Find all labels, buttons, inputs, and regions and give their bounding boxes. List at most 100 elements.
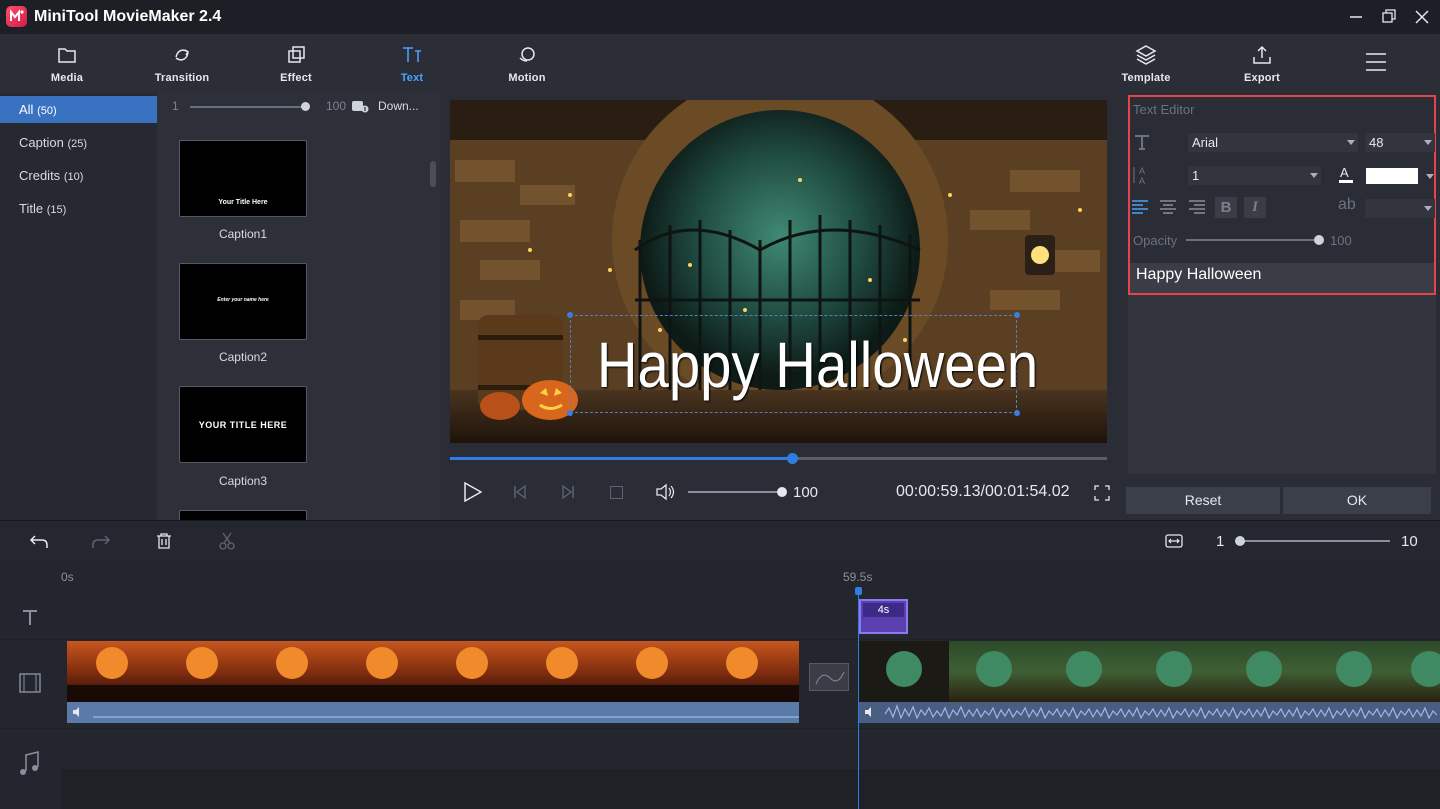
video-clip-2[interactable]	[859, 641, 1440, 702]
category-item-credits[interactable]: Credits (10)	[0, 162, 157, 189]
category-item-caption[interactable]: Caption (25)	[0, 129, 157, 156]
align-right-icon	[1188, 199, 1206, 215]
thumb-size-slider[interactable]	[190, 106, 306, 108]
effect-tool-button[interactable]: Effect	[251, 34, 341, 93]
bold-button[interactable]: B	[1215, 197, 1237, 218]
category-count: (10)	[64, 171, 84, 183]
font-family-select[interactable]: Arial	[1188, 133, 1358, 152]
stop-button[interactable]	[610, 486, 623, 499]
video-clip-1[interactable]	[67, 641, 799, 702]
caption1-thumbnail[interactable]: Your Title Here	[179, 140, 307, 217]
video-clip-2-frames	[859, 641, 1440, 702]
media-tool-button[interactable]: Media	[22, 34, 112, 93]
align-left-button[interactable]	[1131, 199, 1149, 215]
volume-button[interactable]	[655, 483, 677, 501]
transition-tool-button[interactable]: Transition	[137, 34, 227, 93]
volume-value: 100	[793, 484, 818, 501]
opacity-slider-handle[interactable]	[1314, 235, 1324, 245]
reset-button[interactable]: Reset	[1126, 487, 1280, 514]
zoom-slider-handle[interactable]	[1235, 536, 1245, 546]
text-content-input[interactable]: Happy Halloween	[1130, 263, 1434, 293]
category-item-title[interactable]: Title (15)	[0, 195, 157, 222]
previous-frame-button[interactable]	[512, 485, 528, 499]
align-center-button[interactable]	[1159, 199, 1177, 215]
svg-text:A: A	[1340, 165, 1349, 180]
music-track[interactable]	[61, 729, 1440, 769]
resize-handle[interactable]	[1014, 410, 1020, 416]
video-clip-1-audio[interactable]	[67, 702, 799, 723]
color-dropdown-arrow[interactable]	[1426, 174, 1434, 179]
download-label[interactable]: Down...	[378, 99, 419, 113]
split-button[interactable]	[218, 532, 236, 550]
category-item-all[interactable]: All (50)	[0, 96, 157, 123]
title-bar: MiniTool MovieMaker 2.4	[0, 0, 1440, 34]
caption4-thumbnail[interactable]	[179, 510, 307, 520]
fullscreen-button[interactable]	[1094, 485, 1110, 501]
preview-panel: Happy Halloween 100 00:00:59.13/00:01:54…	[440, 93, 1118, 520]
resize-handle[interactable]	[1014, 312, 1020, 318]
transition-slot[interactable]	[809, 663, 849, 691]
text-clip[interactable]: 4s	[859, 599, 908, 634]
motion-icon	[515, 43, 539, 67]
thumb-size-slider-handle[interactable]	[301, 102, 310, 111]
caption3-thumbnail[interactable]: YOUR TITLE HERE	[179, 386, 307, 463]
opacity-slider[interactable]	[1186, 239, 1318, 241]
text-clip-duration: 4s	[863, 603, 904, 617]
film-icon	[0, 640, 61, 728]
zoom-max-value: 10	[1401, 533, 1418, 550]
menu-button[interactable]	[1364, 51, 1388, 73]
redo-button[interactable]	[91, 532, 111, 550]
download-icon[interactable]	[351, 100, 369, 113]
volume-slider-handle[interactable]	[777, 487, 787, 497]
video-clip-2-audio[interactable]	[859, 702, 1440, 723]
template-label: Template	[1101, 72, 1191, 84]
fit-width-icon	[1165, 533, 1183, 549]
app-title: MiniTool MovieMaker 2.4	[34, 8, 221, 26]
text-tool-button[interactable]: Text	[367, 34, 457, 93]
ok-button[interactable]: OK	[1283, 487, 1431, 514]
play-button[interactable]	[462, 482, 482, 502]
italic-button[interactable]: I	[1244, 197, 1266, 218]
playback-time: 00:00:59.13/00:01:54.02	[896, 483, 1070, 501]
fit-timeline-button[interactable]	[1165, 533, 1183, 549]
zoom-min-value: 1	[1216, 533, 1224, 550]
volume-slider[interactable]	[688, 491, 783, 493]
motion-tool-button[interactable]: Motion	[482, 34, 572, 93]
thumb-scrollbar[interactable]	[430, 161, 436, 187]
delete-button[interactable]	[155, 532, 173, 550]
font-size-select[interactable]: 48	[1365, 133, 1435, 152]
text-track[interactable]	[61, 596, 1440, 639]
clip-audio-speaker-icon[interactable]	[864, 706, 878, 718]
text-editor-panel: Text Editor Arial 48 AA 1 A B I	[1118, 93, 1440, 520]
minimize-button[interactable]	[1342, 4, 1370, 30]
caption2-thumbnail[interactable]: Enter your name here	[179, 263, 307, 340]
close-button[interactable]	[1408, 4, 1436, 30]
export-button[interactable]: Export	[1217, 34, 1307, 93]
line-spacing-select[interactable]: 1	[1188, 166, 1321, 185]
category-count: (50)	[37, 105, 57, 117]
next-frame-button[interactable]	[560, 485, 576, 499]
restore-button[interactable]	[1375, 4, 1403, 30]
next-frame-icon	[560, 485, 576, 499]
playhead-line[interactable]	[858, 594, 859, 809]
align-right-button[interactable]	[1188, 199, 1206, 215]
thumb-preview-text: Your Title Here	[180, 199, 306, 206]
hamburger-menu-icon	[1364, 51, 1388, 73]
trash-icon	[155, 532, 173, 550]
resize-handle[interactable]	[567, 312, 573, 318]
playback-progress-handle[interactable]	[787, 453, 798, 464]
zoom-slider[interactable]	[1237, 540, 1390, 542]
ruler-playhead-label: 59.5s	[843, 570, 872, 584]
text-style-select[interactable]	[1365, 199, 1435, 218]
timeline-ruler[interactable]: 0s 59.5s	[0, 560, 1440, 596]
undo-button[interactable]	[29, 532, 49, 550]
video-preview[interactable]: Happy Halloween	[450, 100, 1107, 443]
template-button[interactable]: Template	[1101, 34, 1191, 93]
resize-handle[interactable]	[567, 410, 573, 416]
category-label: Credits	[19, 168, 60, 183]
category-count: (25)	[67, 138, 87, 150]
text-color-swatch[interactable]	[1366, 168, 1418, 184]
text-track-header	[0, 596, 61, 639]
clip-audio-speaker-icon[interactable]	[72, 706, 86, 718]
category-label: All	[19, 102, 33, 117]
